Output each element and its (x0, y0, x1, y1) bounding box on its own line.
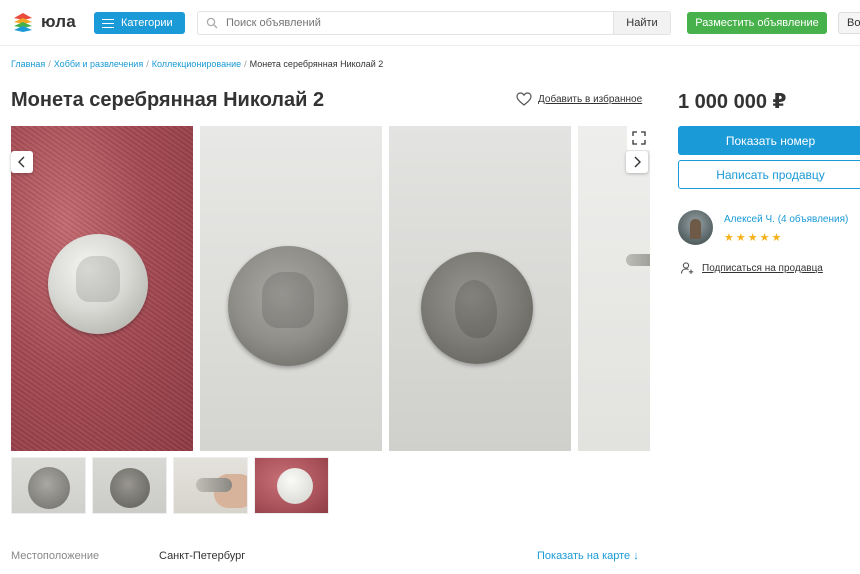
star-icon: ★ (747, 232, 758, 244)
fullscreen-button[interactable] (627, 126, 651, 150)
photo-gallery[interactable] (11, 126, 650, 451)
gallery-photo[interactable] (200, 126, 382, 451)
thumbnail[interactable] (92, 457, 167, 514)
subscribe-user-icon (680, 262, 694, 274)
coin-image (48, 234, 148, 334)
subscribe-label: Подписаться на продавца (702, 262, 823, 274)
search-input[interactable] (226, 17, 606, 29)
gallery-photo[interactable] (578, 126, 650, 451)
gallery-prev-button[interactable] (11, 151, 33, 173)
top-header: юла Категории Найти Разместить объявлени… (0, 0, 860, 46)
heart-icon (516, 92, 532, 106)
seller-rating: ★ ★ ★ ★ ★ (724, 233, 781, 244)
post-ad-button[interactable]: Разместить объявление (687, 12, 827, 34)
page-title: Монета серебрянная Николай 2 (11, 89, 325, 111)
logo-text: юла (41, 12, 76, 31)
breadcrumb-home[interactable]: Главная (11, 59, 45, 69)
expand-icon (632, 131, 646, 145)
gallery-photo[interactable] (389, 126, 571, 451)
logo-icon (14, 13, 32, 32)
add-to-favorites-link[interactable]: Добавить в избранное (516, 92, 642, 106)
breadcrumb-hobby[interactable]: Хобби и развлечения (54, 59, 143, 69)
write-seller-button[interactable]: Написать продавцу (678, 160, 860, 189)
thumbnail-strip (11, 457, 329, 514)
show-on-map-link[interactable]: Показать на карте ↓ (537, 550, 639, 562)
categories-button[interactable]: Категории (94, 12, 185, 34)
chevron-right-icon (634, 156, 641, 168)
seller-name-link[interactable]: Алексей Ч. (4 объявления) (724, 214, 848, 225)
categories-label: Категории (121, 17, 173, 29)
subscribe-link[interactable]: Подписаться на продавца (680, 261, 823, 275)
menu-icon (102, 18, 114, 28)
coin-image (228, 246, 348, 366)
breadcrumb: Главная / Хобби и развлечения / Коллекционир… (11, 59, 384, 69)
chevron-left-icon (18, 156, 25, 168)
favorites-label: Добавить в избранное (538, 93, 643, 105)
star-icon: ★ (724, 232, 734, 244)
search-icon (198, 17, 226, 29)
search-bar: Найти (197, 11, 671, 35)
search-button[interactable]: Найти (613, 11, 671, 35)
location-value: Санкт-Петербург (159, 550, 246, 562)
location-label: Местоположение (11, 550, 100, 562)
breadcrumb-collecting[interactable]: Коллекционирование (152, 59, 241, 69)
star-icon: ★ (735, 232, 746, 244)
star-icon: ★ (771, 232, 782, 244)
thumbnail[interactable] (173, 457, 248, 514)
price: 1 000 000 ₽ (678, 91, 787, 113)
gallery-photo[interactable] (11, 126, 193, 451)
coin-image (421, 252, 533, 364)
star-icon: ★ (759, 232, 770, 244)
logo[interactable]: юла (11, 10, 76, 34)
gallery-next-button[interactable] (626, 151, 648, 173)
show-number-button[interactable]: Показать номер (678, 126, 860, 155)
thumbnail[interactable] (11, 457, 86, 514)
thumbnail[interactable] (254, 457, 329, 514)
login-button[interactable]: Во (838, 12, 860, 34)
breadcrumb-current: Монета серебрянная Николай 2 (249, 59, 384, 69)
avatar[interactable] (678, 210, 713, 245)
